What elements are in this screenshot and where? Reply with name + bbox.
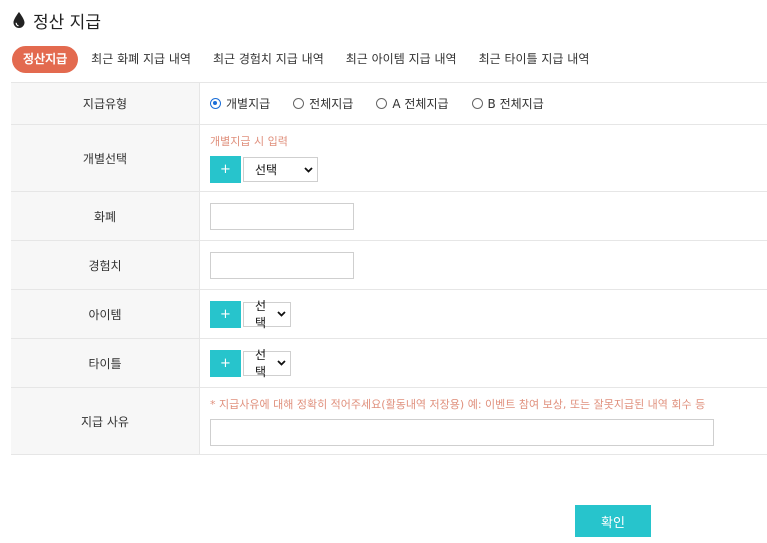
radio-circle-checked[interactable] <box>210 98 221 109</box>
row-item: 아이템 + 선택 <box>11 290 767 339</box>
currency-label: 화폐 <box>11 192 200 240</box>
chevron-down-icon <box>277 311 286 317</box>
payout-form: 지급유형 개별지급 전체지급 A 전체지급 B 전체지급 개별선택 개별지급 시… <box>11 82 767 455</box>
page-header: 정산 지급 <box>12 8 101 33</box>
exp-input[interactable] <box>210 251 354 279</box>
tab-title-history[interactable]: 최근 타이틀 지급 내역 <box>468 46 601 73</box>
select-value: 선택 <box>255 348 267 379</box>
payout-type-radio-group: 개별지급 전체지급 A 전체지급 B 전체지급 <box>210 95 767 112</box>
radio-label: 전체지급 <box>309 97 354 111</box>
tab-settlement[interactable]: 정산지급 <box>12 45 79 73</box>
individual-hint: 개별지급 시 입력 <box>210 135 288 148</box>
select-value: 선택 <box>255 163 278 177</box>
radio-all[interactable]: 전체지급 <box>293 95 353 112</box>
chevron-down-icon <box>304 166 313 173</box>
reason-hint: * 지급사유에 대해 정확히 적어주세요(활동내역 저장용) 예: 이벤트 참여… <box>210 398 706 411</box>
confirm-button[interactable]: 확인 <box>575 505 651 537</box>
item-select-dropdown[interactable]: 선택 <box>243 299 291 330</box>
select-value: 선택 <box>255 299 267 330</box>
radio-circle[interactable] <box>293 98 305 109</box>
row-title: 타이틀 + 선택 <box>11 339 767 388</box>
radio-circle[interactable] <box>471 98 483 109</box>
radio-a-all[interactable]: A 전체지급 <box>376 95 449 112</box>
item-label: 아이템 <box>11 290 200 338</box>
title-label: 타이틀 <box>11 339 200 387</box>
tab-bar: 정산지급 최근 화폐 지급 내역 최근 경험치 지급 내역 최근 아이템 지급 … <box>12 45 600 73</box>
radio-label: 개별지급 <box>226 97 271 111</box>
reason-label: 지급 사유 <box>11 388 200 454</box>
row-currency: 화폐 <box>11 192 767 241</box>
exp-label: 경험치 <box>11 241 200 289</box>
payout-type-label: 지급유형 <box>11 83 200 124</box>
add-item-button[interactable]: + <box>210 300 241 328</box>
row-individual-select: 개별선택 개별지급 시 입력 + 선택 <box>11 125 767 192</box>
row-reason: 지급 사유 * 지급사유에 대해 정확히 적어주세요(활동내역 저장용) 예: … <box>11 388 767 455</box>
add-title-button[interactable]: + <box>210 349 241 377</box>
radio-b-all[interactable]: B 전체지급 <box>471 95 544 112</box>
title-select-dropdown[interactable]: 선택 <box>243 348 291 379</box>
radio-circle[interactable] <box>376 98 388 109</box>
radio-label: B 전체지급 <box>487 97 544 111</box>
row-exp: 경험치 <box>11 241 767 290</box>
page-title: 정산 지급 <box>33 12 101 33</box>
individual-select-dropdown[interactable]: 선택 <box>243 157 318 182</box>
radio-individual[interactable]: 개별지급 <box>210 95 270 112</box>
radio-label: A 전체지급 <box>392 97 449 111</box>
water-drop-icon <box>13 12 25 28</box>
add-individual-button[interactable]: + <box>210 156 241 183</box>
tab-currency-history[interactable]: 최근 화폐 지급 내역 <box>80 46 202 73</box>
reason-input[interactable] <box>210 419 714 446</box>
tab-exp-history[interactable]: 최근 경험치 지급 내역 <box>202 46 335 73</box>
chevron-down-icon <box>277 360 286 366</box>
row-payout-type: 지급유형 개별지급 전체지급 A 전체지급 B 전체지급 <box>11 83 767 125</box>
currency-input[interactable] <box>210 202 354 230</box>
individual-select-label: 개별선택 <box>11 125 200 191</box>
tab-item-history[interactable]: 최근 아이템 지급 내역 <box>335 46 468 73</box>
